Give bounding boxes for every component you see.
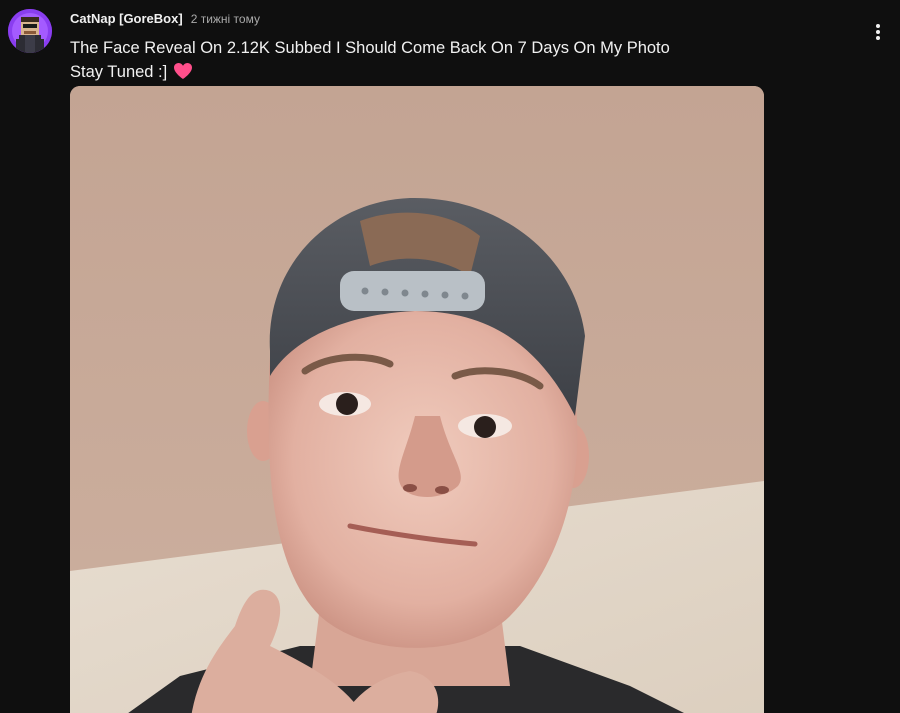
post-text-line-2-wrap: Stay Tuned :] (70, 60, 770, 87)
channel-avatar[interactable] (8, 9, 52, 53)
pixel-character-avatar-icon (8, 9, 52, 53)
heart-emoji-icon (173, 62, 193, 87)
post-image[interactable] (70, 86, 764, 713)
post-text-line-1: The Face Reveal On 2.12K Subbed I Should… (70, 39, 670, 57)
post-text-line-2: Stay Tuned :] (70, 63, 168, 81)
community-post: CatNap [GoreBox] 2 тижні тому The Face R… (0, 0, 900, 713)
post-header: CatNap [GoreBox] 2 тижні тому (70, 11, 260, 29)
post-timestamp-link[interactable]: 2 тижні тому (191, 12, 260, 26)
post-photo-illustration (70, 86, 764, 713)
more-actions-button[interactable] (864, 18, 892, 46)
more-vert-icon (876, 24, 880, 40)
post-text: The Face Reveal On 2.12K Subbed I Should… (70, 36, 770, 87)
channel-name-link[interactable]: CatNap [GoreBox] (70, 11, 183, 26)
